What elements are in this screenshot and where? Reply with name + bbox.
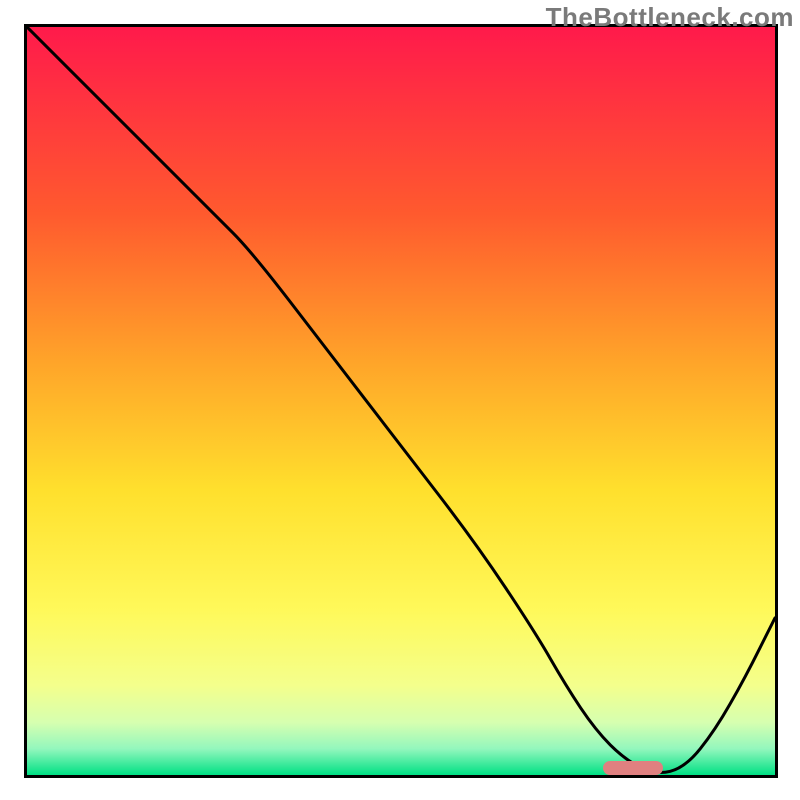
watermark-text: TheBottleneck.com xyxy=(546,2,794,33)
optimal-marker xyxy=(603,761,663,775)
plot-area xyxy=(24,24,778,778)
bottleneck-curve xyxy=(27,27,775,775)
bottleneck-chart: TheBottleneck.com xyxy=(0,0,800,800)
